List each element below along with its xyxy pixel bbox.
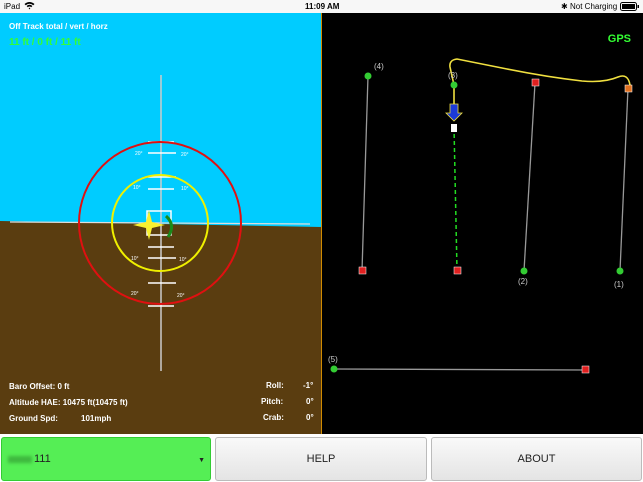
flight-line-5	[333, 368, 586, 371]
map-canvas[interactable]	[322, 13, 643, 434]
roll-label: Roll:	[266, 381, 284, 390]
flight-line-4	[361, 75, 369, 272]
dropdown-arrow-icon: ▼	[198, 457, 205, 464]
aircraft-position-icon	[445, 103, 463, 122]
battery-icon	[620, 2, 640, 13]
pitch-label-up20-left: 20°	[135, 151, 143, 157]
pitch-value: 0°	[306, 397, 314, 406]
pitch-label-down10-right: 10°	[179, 257, 187, 263]
clock: 11:09 AM	[305, 2, 340, 11]
bluetooth-icon: ✱	[561, 2, 568, 11]
waypoint-start-5[interactable]	[330, 365, 338, 373]
gps-label: GPS	[607, 33, 631, 45]
ground-speed-value: 101mph	[81, 414, 112, 423]
active-flight-line-3	[453, 126, 458, 271]
flight-line-1	[619, 87, 629, 272]
flight-line-2	[523, 82, 536, 272]
crab-label: Crab:	[263, 413, 284, 422]
pitch-label-up20-right: 20°	[181, 152, 189, 158]
altitude-hae: Altitude HAE: 10475 ft(10475 ft)	[9, 398, 128, 407]
waypoint-start-2[interactable]	[520, 267, 528, 275]
wifi-icon	[24, 1, 35, 12]
waypoint-label-3: (3)	[448, 71, 458, 80]
device-label: iPad	[4, 2, 21, 11]
baro-offset: Baro Offset: 0 ft	[9, 382, 70, 391]
attitude-display: 20° 20° 10° 10° 10° 10° 20° 20°	[0, 13, 321, 434]
pitch-label-down20-left: 20°	[131, 291, 139, 297]
device-selector-label: 111	[34, 453, 51, 465]
attitude-indicator-panel: 20° 20° 10° 10° 10° 10° 20° 20° Off Trac…	[0, 13, 322, 434]
waypoint-end-5[interactable]	[581, 365, 590, 374]
waypoint-start-1[interactable]	[616, 267, 624, 275]
pitch-label-up10-left: 10°	[133, 185, 141, 191]
offtrack-label: Off Track total / vert / horz	[9, 22, 108, 31]
device-selector[interactable]: 111 ▼	[1, 437, 211, 481]
flown-track	[449, 58, 631, 106]
roll-value: -1°	[303, 381, 314, 390]
waypoint-start-4[interactable]	[364, 72, 372, 80]
waypoint-end-2[interactable]	[531, 78, 540, 87]
flight-line-map[interactable]: GPS (4) (3) (2) (1) (5)	[322, 13, 643, 434]
waypoint-label-5: (5)	[328, 355, 338, 364]
waypoint-label-2: (2)	[518, 277, 528, 286]
redacted-device-id	[8, 455, 32, 463]
pitch-label-down20-right: 20°	[177, 293, 185, 299]
waypoint-end-3[interactable]	[453, 266, 462, 275]
status-bar: iPad 11:09 AM ✱ Not Charging	[0, 0, 643, 13]
crab-value: 0°	[306, 413, 314, 422]
offtrack-values: 11 ft / 0 ft / 11 ft	[9, 37, 81, 48]
waypoint-end-1[interactable]	[624, 84, 633, 93]
waypoint-end-4[interactable]	[358, 266, 367, 275]
waypoint-start-3[interactable]	[450, 81, 458, 89]
battery-status: Not Charging	[570, 2, 618, 11]
waypoint-label-4: (4)	[374, 62, 384, 71]
waypoint-label-1: (1)	[614, 280, 624, 289]
help-button[interactable]: HELP	[215, 437, 427, 481]
bottom-toolbar: 111 ▼ HELP ABOUT	[0, 434, 643, 482]
about-button[interactable]: ABOUT	[431, 437, 642, 481]
pitch-label: Pitch:	[261, 397, 284, 406]
ground-speed-label: Ground Spd:	[9, 414, 58, 423]
pitch-label-up10-right: 10°	[181, 186, 189, 192]
aircraft-marker	[451, 124, 457, 132]
